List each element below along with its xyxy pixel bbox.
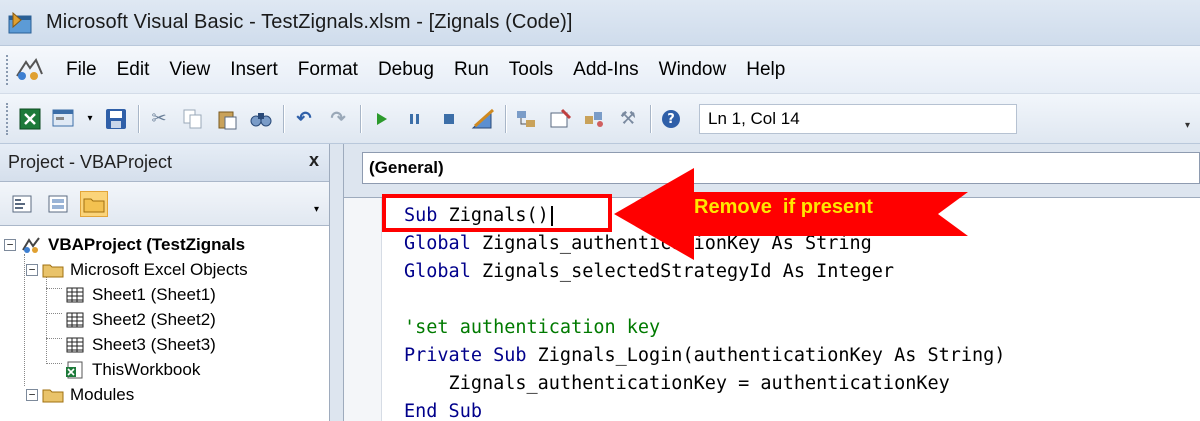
- workbook-icon: [64, 361, 86, 379]
- view-code-icon[interactable]: [8, 191, 36, 217]
- copy-icon[interactable]: [179, 105, 207, 133]
- code-keyword: Private Sub: [404, 345, 538, 366]
- code-line[interactable]: 'set authentication key: [404, 314, 1005, 342]
- menu-format[interactable]: Format: [298, 59, 358, 81]
- menu-window[interactable]: Window: [659, 59, 727, 81]
- chevron-down-icon[interactable]: ▾: [314, 204, 319, 215]
- tree-label: Sheet3 (Sheet3): [92, 334, 216, 354]
- menu-add-ins[interactable]: Add-Ins: [573, 59, 638, 81]
- code-line[interactable]: Zignals_authenticationKey = authenticati…: [404, 370, 1005, 398]
- standard-toolbar: ▾ ✂ ↶ ↷ ⚒ ? Ln 1, Col 14 ▾: [0, 94, 1200, 144]
- project-pane-title: Project - VBAProject: [8, 152, 173, 172]
- object-dropdown-value: (General): [369, 158, 444, 177]
- insert-userform-icon[interactable]: [50, 105, 78, 133]
- save-icon[interactable]: [102, 105, 130, 133]
- project-pane-toolbar: ▾: [0, 182, 329, 226]
- reset-icon[interactable]: [435, 105, 463, 133]
- menu-tools[interactable]: Tools: [509, 59, 553, 81]
- project-explorer-pane: Project - VBAProject x ▾ − VBAProject (T…: [0, 144, 330, 421]
- tree-node-excel-objects[interactable]: − Microsoft Excel Objects: [0, 257, 329, 282]
- toolbar-separator: [283, 104, 284, 133]
- toolbar-overflow-icon[interactable]: ▾: [1185, 120, 1190, 131]
- annotation-label: Remove if present: [694, 196, 873, 218]
- menu-grip[interactable]: [6, 54, 10, 85]
- code-text: Zignals_selectedStrategyId As Integer: [481, 261, 895, 282]
- code-text: Zignals_Login(authenticationKey As Strin…: [537, 345, 1006, 366]
- tree-label: Sheet1 (Sheet1): [92, 284, 216, 304]
- menu-insert[interactable]: Insert: [230, 59, 278, 81]
- project-pane-header: Project - VBAProject x: [0, 144, 329, 182]
- pane-splitter[interactable]: [330, 144, 344, 421]
- sheet-icon: [64, 336, 86, 354]
- run-icon[interactable]: [367, 105, 395, 133]
- menu-file[interactable]: File: [66, 59, 97, 81]
- cursor-position-readout: Ln 1, Col 14: [699, 103, 1017, 134]
- collapse-icon[interactable]: −: [4, 238, 16, 251]
- toolbar-separator: [360, 104, 361, 133]
- code-comment: 'set authentication key: [404, 317, 661, 338]
- toolbar-separator: [650, 104, 651, 133]
- tree-node-sheet[interactable]: Sheet2 (Sheet2): [0, 307, 329, 332]
- tree-label: Modules: [70, 384, 135, 404]
- collapse-icon[interactable]: −: [26, 388, 38, 401]
- folder-icon: [42, 261, 64, 279]
- toolbar-separator: [505, 104, 506, 133]
- sheet-icon: [64, 286, 86, 304]
- code-line[interactable]: Private Sub Zignals_Login(authentication…: [404, 342, 1005, 370]
- menu-bar: File Edit View Insert Format Debug Run T…: [0, 46, 1200, 94]
- chevron-down-icon[interactable]: ▾: [84, 105, 96, 133]
- design-mode-icon[interactable]: [469, 105, 497, 133]
- view-object-icon[interactable]: [44, 191, 72, 217]
- code-line[interactable]: End Sub: [404, 398, 1005, 421]
- tree-node-workbook[interactable]: ThisWorkbook: [0, 357, 329, 382]
- vba-app-icon: [8, 11, 34, 35]
- tree-label: Sheet2 (Sheet2): [92, 309, 216, 329]
- folder-icon: [42, 386, 64, 404]
- code-line[interactable]: [404, 286, 1005, 314]
- menu-edit[interactable]: Edit: [117, 59, 150, 81]
- object-browser-icon[interactable]: [580, 105, 608, 133]
- toolbar-grip[interactable]: [6, 102, 10, 135]
- tree-label: Microsoft Excel Objects: [70, 259, 248, 279]
- svg-text:?: ?: [667, 112, 675, 127]
- excel-view-icon[interactable]: [14, 56, 46, 84]
- paste-icon[interactable]: [213, 105, 241, 133]
- excel-icon[interactable]: [16, 105, 44, 133]
- toolbar-separator: [138, 104, 139, 133]
- code-keyword: End Sub: [404, 401, 482, 421]
- code-keyword: Global: [404, 261, 482, 282]
- project-tree: − VBAProject (TestZignals − Microsoft Ex…: [0, 226, 329, 407]
- project-explorer-icon[interactable]: [512, 105, 540, 133]
- tree-node-sheet[interactable]: Sheet3 (Sheet3): [0, 332, 329, 357]
- redo-icon[interactable]: ↷: [324, 105, 352, 133]
- find-icon[interactable]: [247, 105, 275, 133]
- cut-icon[interactable]: ✂: [145, 105, 173, 133]
- undo-icon[interactable]: ↶: [290, 105, 318, 133]
- window-title: Microsoft Visual Basic - TestZignals.xls…: [46, 11, 573, 33]
- menu-help[interactable]: Help: [746, 59, 785, 81]
- code-text: Zignals_authenticationKey = authenticati…: [404, 373, 950, 394]
- code-keyword: Global: [404, 233, 482, 254]
- tree-label: ThisWorkbook: [92, 359, 201, 379]
- toolbox-icon[interactable]: ⚒: [614, 105, 642, 133]
- vba-project-icon: [20, 236, 42, 254]
- menu-debug[interactable]: Debug: [378, 59, 434, 81]
- code-margin[interactable]: [344, 198, 382, 421]
- highlight-box: [382, 194, 612, 232]
- tree-node-project[interactable]: − VBAProject (TestZignals: [0, 232, 329, 257]
- close-icon[interactable]: x: [309, 150, 319, 171]
- toggle-folders-icon[interactable]: [80, 190, 108, 217]
- help-icon[interactable]: ?: [657, 105, 685, 133]
- collapse-icon[interactable]: −: [26, 263, 38, 276]
- menu-run[interactable]: Run: [454, 59, 489, 81]
- properties-window-icon[interactable]: [546, 105, 574, 133]
- code-line[interactable]: Global Zignals_selectedStrategyId As Int…: [404, 258, 1005, 286]
- tree-node-sheet[interactable]: Sheet1 (Sheet1): [0, 282, 329, 307]
- title-bar: Microsoft Visual Basic - TestZignals.xls…: [0, 0, 1200, 46]
- sheet-icon: [64, 311, 86, 329]
- break-icon[interactable]: [401, 105, 429, 133]
- menu-view[interactable]: View: [169, 59, 210, 81]
- tree-label: VBAProject (TestZignals: [48, 234, 246, 254]
- tree-node-modules[interactable]: − Modules: [0, 382, 329, 407]
